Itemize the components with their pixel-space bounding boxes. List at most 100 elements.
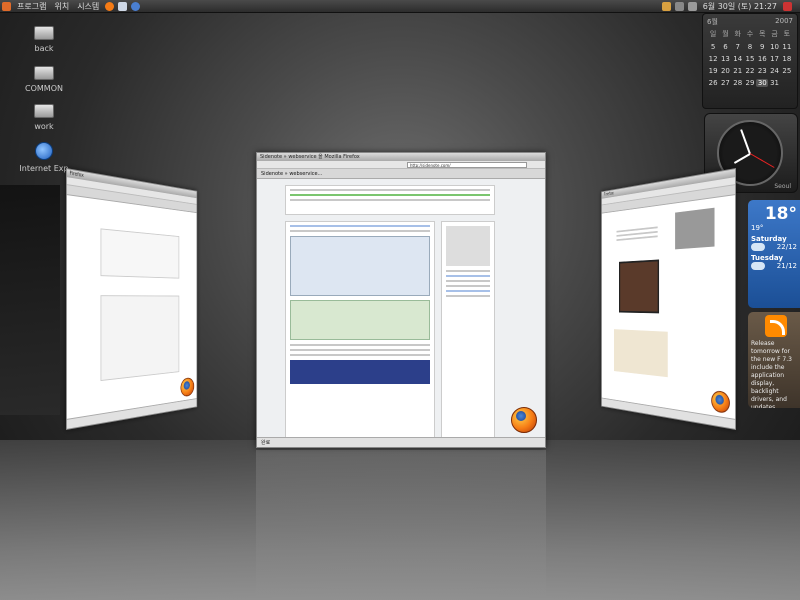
city-wallpaper-detail — [0, 185, 60, 415]
desktop-icon-label: work — [34, 122, 54, 131]
calendar-day[interactable]: 5 — [707, 43, 719, 51]
calendar-weekday: 화 — [734, 30, 741, 38]
desktop-icon-common[interactable]: COMMON — [4, 66, 84, 93]
rain-cloud-icon — [751, 243, 765, 251]
calendar-day — [781, 79, 793, 87]
calendar-day[interactable]: 7 — [732, 43, 744, 51]
mail-launcher-icon[interactable] — [118, 1, 128, 11]
post-screenshot — [290, 236, 430, 296]
forecast-day-1: Saturday — [751, 235, 787, 243]
window-content — [66, 195, 197, 419]
window-content — [601, 195, 736, 419]
help-icon[interactable] — [131, 1, 141, 11]
browser-tab[interactable]: Sidenote » webservice... — [257, 169, 545, 179]
calendar-day[interactable]: 27 — [719, 79, 731, 87]
calendar-year: 2007 — [775, 17, 793, 25]
menu-system[interactable]: 시스템 — [73, 0, 103, 13]
hour-hand — [733, 153, 751, 164]
calendar-day[interactable]: 20 — [719, 67, 731, 75]
drive-icon — [34, 26, 54, 40]
calendar-day[interactable]: 17 — [768, 55, 780, 63]
main-menu-icon[interactable] — [2, 1, 11, 11]
content-photo — [618, 259, 660, 314]
calendar-day[interactable]: 11 — [781, 43, 793, 51]
desktop-icon-label: Internet Exp — [19, 164, 69, 173]
desktop-icon-label: COMMON — [25, 84, 63, 93]
page-header — [285, 185, 495, 215]
desktop-icon-work[interactable]: work — [4, 104, 84, 131]
calendar-weekday: 목 — [759, 30, 766, 38]
menu-applications[interactable]: 프로그램 — [13, 0, 50, 13]
calendar-grid: 일 월 화 수 목 금 토 5 6 7 8 9 10 11 12 13 14 15 16 17 18 19 20 21 22 23… — [707, 29, 793, 87]
weather-widget[interactable]: 18° 19° Saturday 22/12 Tuesday 21/12 — [748, 200, 800, 308]
top-panel: 프로그램 위치 시스템 6월 30일 (토) 21:27 — [0, 0, 800, 13]
url-bar[interactable]: http://sidenote.com/ — [407, 161, 527, 168]
window-right-firefox[interactable]: Firefox — [601, 168, 736, 430]
internet-explorer-icon — [35, 142, 53, 160]
calendar-day[interactable]: 22 — [744, 67, 756, 75]
calendar-day[interactable]: 23 — [756, 67, 768, 75]
calendar-day[interactable]: 26 — [707, 79, 719, 87]
window-center-firefox[interactable]: Sidenote » webservice 을 Mozilla Firefox … — [256, 152, 546, 448]
post-banner — [290, 360, 430, 384]
calendar-month: 6월 — [707, 18, 718, 26]
calendar-day[interactable]: 10 — [768, 43, 780, 51]
calendar-day[interactable]: 25 — [781, 67, 793, 75]
calendar-widget[interactable]: 6월 2007 일 월 화 수 목 금 토 5 6 7 8 9 10 11 12 13 14 15 16 17 18 19… — [702, 13, 798, 109]
calendar-day[interactable]: 12 — [707, 55, 719, 63]
second-hand — [749, 153, 775, 168]
calendar-day[interactable]: 13 — [719, 55, 731, 63]
menu-places[interactable]: 위치 — [50, 0, 73, 13]
rss-icon — [765, 315, 787, 337]
calendar-day[interactable]: 16 — [756, 55, 768, 63]
volume-icon[interactable] — [687, 2, 697, 11]
forecast-high-2: 21 — [776, 262, 786, 270]
forecast-low-1: 12 — [788, 243, 797, 251]
rss-headline: Release tomorrow for the new F 7.3 inclu… — [751, 340, 792, 408]
calendar-day[interactable]: 29 — [744, 79, 756, 87]
calendar-day[interactable]: 21 — [732, 67, 744, 75]
clock-city-label: Seoul — [774, 183, 791, 190]
post-column — [285, 221, 435, 441]
rain-cloud-icon — [751, 262, 765, 270]
calendar-day[interactable]: 15 — [744, 55, 756, 63]
calendar-day[interactable]: 18 — [781, 55, 793, 63]
calendar-day[interactable]: 24 — [768, 67, 780, 75]
content-image — [675, 207, 715, 250]
calendar-day[interactable]: 14 — [732, 55, 744, 63]
window-statusbar: 완료 — [257, 437, 545, 447]
network-icon[interactable] — [674, 2, 684, 11]
calendar-day[interactable]: 28 — [732, 79, 744, 87]
calendar-weekday: 토 — [783, 30, 791, 38]
post-screenshot — [290, 300, 430, 340]
system-tray: 6월 30일 (토) 21:27 — [660, 0, 794, 13]
rss-feed-widget[interactable]: Release tomorrow for the new F 7.3 inclu… — [748, 312, 800, 408]
logout-icon[interactable] — [783, 2, 792, 11]
content-image — [613, 329, 668, 378]
calendar-weekday: 일 — [709, 30, 717, 38]
panel-clock[interactable]: 6월 30일 (토) 21:27 — [699, 0, 781, 13]
calendar-day[interactable]: 30 — [756, 79, 769, 87]
calendar-day[interactable]: 9 — [756, 43, 768, 51]
window-reflection — [256, 450, 546, 600]
forecast-high-1: 22 — [776, 243, 786, 251]
current-temperature: 18° — [764, 204, 797, 224]
calendar-day[interactable]: 31 — [768, 79, 780, 87]
desktop-icon-label: back — [34, 44, 54, 53]
desktop-icon-back[interactable]: back — [4, 26, 84, 53]
firefox-launcher-icon[interactable] — [105, 1, 115, 11]
window-title: Sidenote » webservice 을 Mozilla Firefox — [257, 153, 545, 161]
drive-icon — [34, 104, 54, 118]
window-left-firefox[interactable]: Firefox — [66, 168, 198, 430]
calendar-day[interactable]: 6 — [719, 43, 731, 51]
minute-hand — [740, 129, 751, 155]
content-text — [614, 223, 661, 253]
navigation-toolbar[interactable]: http://sidenote.com/ — [257, 161, 545, 169]
sidebar-column — [441, 221, 495, 441]
calendar-day[interactable]: 19 — [707, 67, 719, 75]
low-temperature: 19° — [751, 224, 764, 232]
calendar-day[interactable]: 8 — [744, 43, 756, 51]
firefox-icon — [511, 407, 537, 433]
sidebar-avatar — [446, 226, 490, 266]
update-notifier-icon[interactable] — [661, 2, 671, 11]
